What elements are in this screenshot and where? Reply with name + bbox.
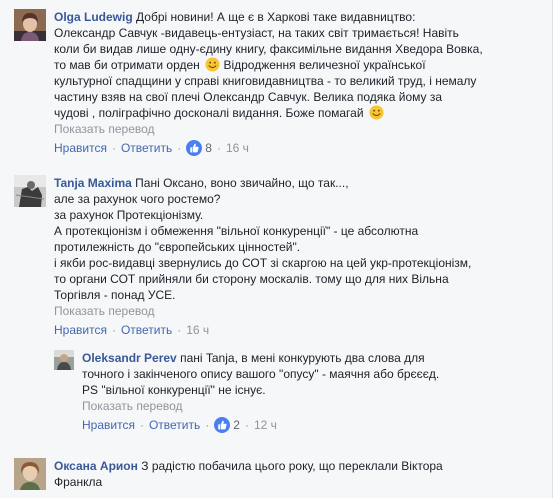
like-count: 2 (233, 418, 240, 432)
thumbs-up-icon (214, 417, 231, 433)
comment-text: Оксана Арион З радістю побачила цього ро… (54, 459, 443, 489)
separator-dot: · (111, 323, 116, 337)
comment-author[interactable]: Oleksandr Perev (82, 351, 177, 365)
comment-time[interactable]: 12 ч (254, 417, 277, 433)
avatar[interactable] (14, 175, 46, 207)
comment-actions: Нравится · Ответить · 2 · 12 ч (82, 417, 542, 433)
separator-dot: · (111, 141, 116, 155)
show-translation-link[interactable]: Показать перевод (82, 398, 542, 414)
reply-button[interactable]: Ответить (121, 140, 172, 156)
separator-dot: · (177, 323, 182, 337)
like-count: 8 (205, 141, 212, 155)
avatar-image (14, 458, 46, 490)
reply-button[interactable]: Ответить (121, 322, 172, 338)
comment-time[interactable]: 16 ч (186, 322, 209, 338)
comment-actions: Нравится · Ответить · 16 ч (54, 322, 544, 338)
comment-author[interactable]: Olga Ludewig (54, 10, 133, 24)
comment-text: Tanja Maxima Пані Оксано, воно звичайно,… (54, 176, 472, 302)
separator-dot: · (205, 418, 210, 432)
smile-emoji-icon (205, 57, 220, 72)
reactions-badge[interactable]: 8 (186, 140, 212, 156)
separator-dot: · (139, 418, 144, 432)
comment-author[interactable]: Tanja Maxima (54, 176, 132, 190)
like-button[interactable]: Нравится (54, 140, 107, 156)
avatar-image (14, 9, 46, 41)
show-translation-link[interactable]: Показать перевод (54, 303, 544, 319)
comment-text: Oleksandr Perev пані Tanja, в мені конку… (82, 351, 440, 397)
comment-text: Olga Ludewig Добрі новини! А ще є в Харк… (54, 10, 483, 120)
like-button[interactable]: Нравится (82, 417, 135, 433)
avatar-image (14, 175, 46, 207)
reply-button[interactable]: Ответить (149, 417, 200, 433)
separator-dot: · (216, 141, 221, 155)
separator-dot: · (177, 141, 182, 155)
like-button[interactable]: Нравится (54, 322, 107, 338)
reactions-badge[interactable]: 2 (214, 417, 240, 433)
avatar[interactable] (14, 9, 46, 41)
comments-panel: Olga Ludewig Добрі новини! А ще є в Харк… (0, 0, 553, 498)
show-translation-link[interactable]: Показать перевод (54, 121, 534, 137)
avatar[interactable] (14, 458, 46, 490)
comment-author[interactable]: Оксана Арион (54, 459, 138, 473)
comment-time[interactable]: 16 ч (226, 140, 249, 156)
thumbs-up-icon (186, 140, 203, 156)
comment-actions: Нравится · Ответить · 8 · 16 ч (54, 140, 534, 156)
smile-emoji-icon (369, 105, 384, 120)
separator-dot: · (244, 418, 249, 432)
avatar-image (54, 350, 74, 370)
avatar[interactable] (54, 350, 74, 370)
